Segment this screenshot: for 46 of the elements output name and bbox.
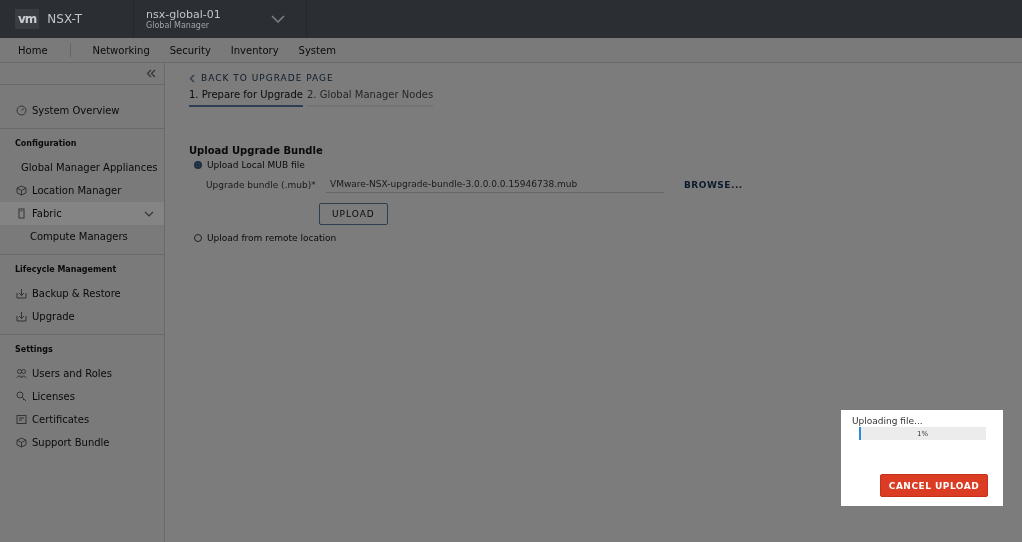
sidebar-item[interactable]: Location Manager xyxy=(0,179,164,202)
step-tab[interactable]: 1. Prepare for Upgrade xyxy=(189,89,303,107)
chevron-down-icon xyxy=(270,14,285,24)
cancel-upload-button[interactable]: CANCEL UPLOAD xyxy=(880,474,988,497)
cube-icon xyxy=(16,185,27,196)
field-label: Upgrade bundle (.mub)* xyxy=(206,179,317,190)
sidebar-item[interactable]: Fabric xyxy=(0,202,164,225)
section-title: Upload Upgrade Bundle xyxy=(189,145,323,156)
server-icon xyxy=(16,208,27,219)
chevron-left-icon xyxy=(189,73,195,83)
sidebar-item[interactable]: Users and Roles xyxy=(0,362,164,385)
section-heading: Lifecycle Management xyxy=(14,264,118,276)
product-name: NSX-T xyxy=(47,12,83,26)
step-tab[interactable]: 2. Global Manager Nodes xyxy=(307,89,434,107)
sidebar-item[interactable]: System Overview xyxy=(0,99,164,122)
sidebar-item[interactable]: Global Manager Appliances xyxy=(0,156,164,179)
gauge-icon xyxy=(16,105,27,116)
nav-tab[interactable]: Home xyxy=(18,44,48,56)
section-heading: Settings xyxy=(14,344,54,356)
file-path-field[interactable]: VMware-NSX-upgrade-bundle-3.0.0.0.0.15946738.mub xyxy=(326,176,664,193)
tray-icon xyxy=(16,288,27,299)
sidebar-subitem[interactable]: Compute Managers xyxy=(0,225,164,248)
tray-icon xyxy=(16,311,27,322)
option-label: Upload Local MUB file xyxy=(207,160,305,170)
upload-button[interactable]: UPLOAD xyxy=(319,203,388,225)
certificate-icon xyxy=(16,414,27,425)
nav-tab[interactable]: Inventory xyxy=(230,44,279,56)
chevron-icon xyxy=(144,210,154,217)
sidebar-item[interactable]: Upgrade xyxy=(0,305,164,328)
collapse-icon[interactable] xyxy=(146,69,156,78)
nav-tab[interactable]: System xyxy=(298,44,336,56)
sidebar-item[interactable]: Backup & Restore xyxy=(0,282,164,305)
sidebar-item[interactable]: Certificates xyxy=(0,408,164,431)
back-link[interactable]: BACK TO UPGRADE PAGE xyxy=(189,73,334,83)
sidebar-item[interactable]: Support Bundle xyxy=(0,431,164,454)
nav-tab[interactable]: Networking xyxy=(92,44,150,56)
users-icon xyxy=(16,368,27,379)
cube-icon xyxy=(16,437,27,448)
upload-message: Uploading file... xyxy=(852,416,924,426)
browse-button[interactable]: BROWSE... xyxy=(684,179,743,190)
option-label: Upload from remote location xyxy=(207,233,337,243)
radio-button[interactable] xyxy=(194,161,202,169)
section-heading: Configuration xyxy=(14,138,78,150)
nav-tab[interactable]: Security xyxy=(169,44,211,56)
sidebar-item[interactable]: Licenses xyxy=(0,385,164,408)
logo: vm xyxy=(15,9,40,29)
